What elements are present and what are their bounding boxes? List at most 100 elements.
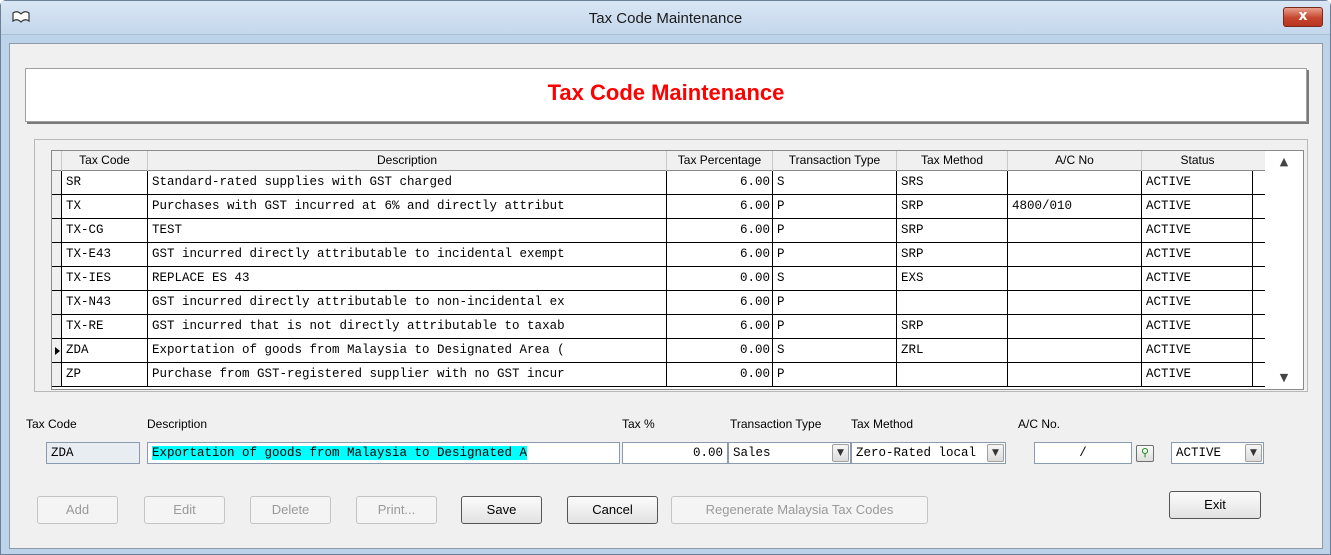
ac-no-cell[interactable] — [1008, 291, 1142, 314]
exit-button[interactable]: Exit — [1169, 491, 1261, 519]
description-cell[interactable]: Purchases with GST incurred at 6% and di… — [148, 195, 667, 218]
transaction-type-cell[interactable]: P — [773, 219, 897, 242]
tax-percentage-cell[interactable]: 6.00 — [667, 315, 773, 338]
table-row[interactable]: ZP Purchase from GST-registered supplier … — [52, 363, 1265, 387]
tax-percentage-cell[interactable]: 6.00 — [667, 291, 773, 314]
delete-button[interactable]: Delete — [250, 496, 331, 524]
status-cell[interactable]: ACTIVE — [1142, 243, 1253, 266]
status-cell[interactable]: ACTIVE — [1142, 267, 1253, 290]
lookup-icon[interactable]: ⚲ — [1136, 445, 1154, 462]
tax-code-cell[interactable]: ZP — [62, 363, 148, 386]
vertical-scrollbar[interactable]: ▲ ▼ — [1265, 151, 1303, 389]
status-cell[interactable]: ACTIVE — [1142, 219, 1253, 242]
row-indicator[interactable] — [52, 243, 62, 266]
tax-code-cell[interactable]: TX-E43 — [62, 243, 148, 266]
regenerate-tax-codes-button[interactable]: Regenerate Malaysia Tax Codes — [671, 496, 928, 524]
row-indicator[interactable] — [52, 315, 62, 338]
table-row[interactable]: TX-E43 GST incurred directly attributable… — [52, 243, 1265, 267]
table-row[interactable]: TX Purchases with GST incurred at 6% and … — [52, 195, 1265, 219]
ac-no-cell[interactable] — [1008, 219, 1142, 242]
column-header-tax-percentage[interactable]: Tax Percentage — [667, 151, 773, 171]
tax-percentage-cell[interactable]: 6.00 — [667, 195, 773, 218]
row-indicator[interactable] — [52, 291, 62, 314]
status-select[interactable]: ACTIVE ▼ — [1171, 442, 1264, 464]
tax-method-cell[interactable]: SRP — [897, 315, 1008, 338]
description-cell[interactable]: Exportation of goods from Malaysia to De… — [148, 339, 667, 362]
table-row[interactable]: SR Standard-rated supplies with GST charg… — [52, 171, 1265, 195]
tax-code-grid[interactable]: Tax Code Description Tax Percentage Tran… — [51, 150, 1304, 390]
description-cell[interactable]: Purchase from GST-registered supplier wi… — [148, 363, 667, 386]
tax-code-cell[interactable]: TX-RE — [62, 315, 148, 338]
chevron-down-icon[interactable]: ▼ — [1245, 444, 1262, 462]
row-indicator[interactable] — [52, 171, 62, 194]
ac-no-cell[interactable] — [1008, 171, 1142, 194]
transaction-type-cell[interactable]: P — [773, 363, 897, 386]
description-cell[interactable]: Standard-rated supplies with GST charged — [148, 171, 667, 194]
transaction-type-cell[interactable]: S — [773, 339, 897, 362]
edit-button[interactable]: Edit — [144, 496, 225, 524]
ac-no-cell[interactable] — [1008, 315, 1142, 338]
status-cell[interactable]: ACTIVE — [1142, 363, 1253, 386]
column-header-tax-method[interactable]: Tax Method — [897, 151, 1008, 171]
tax-method-cell[interactable]: SRP — [897, 243, 1008, 266]
add-button[interactable]: Add — [37, 496, 118, 524]
row-indicator[interactable] — [52, 267, 62, 290]
ac-no-cell[interactable] — [1008, 243, 1142, 266]
row-indicator[interactable] — [52, 219, 62, 242]
status-cell[interactable]: ACTIVE — [1142, 195, 1253, 218]
row-indicator[interactable] — [52, 339, 62, 362]
transaction-type-cell[interactable]: P — [773, 243, 897, 266]
table-row[interactable]: TX-N43 GST incurred directly attributable… — [52, 291, 1265, 315]
tax-method-cell[interactable]: SRP — [897, 219, 1008, 242]
transaction-type-cell[interactable]: S — [773, 267, 897, 290]
row-indicator[interactable] — [52, 195, 62, 218]
status-cell[interactable]: ACTIVE — [1142, 315, 1253, 338]
ac-no-cell[interactable] — [1008, 363, 1142, 386]
column-header-tax-code[interactable]: Tax Code — [62, 151, 148, 171]
tax-code-cell[interactable]: TX-CG — [62, 219, 148, 242]
tax-percentage-cell[interactable]: 6.00 — [667, 219, 773, 242]
row-indicator[interactable] — [52, 363, 62, 386]
close-button[interactable]: x — [1283, 7, 1323, 27]
tax-method-cell[interactable]: SRP — [897, 195, 1008, 218]
description-cell[interactable]: GST incurred directly attributable to no… — [148, 291, 667, 314]
tax-code-cell[interactable]: TX — [62, 195, 148, 218]
tax-percentage-cell[interactable]: 6.00 — [667, 171, 773, 194]
tax-percentage-cell[interactable]: 0.00 — [667, 363, 773, 386]
status-cell[interactable]: ACTIVE — [1142, 291, 1253, 314]
status-cell[interactable]: ACTIVE — [1142, 339, 1253, 362]
chevron-down-icon[interactable]: ▼ — [832, 444, 849, 462]
transaction-type-cell[interactable]: S — [773, 171, 897, 194]
tax-code-cell[interactable]: ZDA — [62, 339, 148, 362]
tax-percentage-cell[interactable]: 6.00 — [667, 243, 773, 266]
scroll-down-icon[interactable]: ▼ — [1277, 371, 1291, 385]
tax-code-cell[interactable]: SR — [62, 171, 148, 194]
transaction-type-cell[interactable]: P — [773, 315, 897, 338]
tax-method-cell[interactable] — [897, 291, 1008, 314]
column-header-description[interactable]: Description — [148, 151, 667, 171]
ac-no-field[interactable]: / — [1034, 442, 1132, 464]
table-row[interactable]: TX-CG TEST 6.00 P SRP ACTIVE — [52, 219, 1265, 243]
tax-percentage-cell[interactable]: 0.00 — [667, 339, 773, 362]
ac-no-cell[interactable]: 4800/010 — [1008, 195, 1142, 218]
ac-no-cell[interactable] — [1008, 267, 1142, 290]
cancel-button[interactable]: Cancel — [567, 496, 658, 524]
description-cell[interactable]: REPLACE ES 43 — [148, 267, 667, 290]
tax-code-field[interactable]: ZDA — [46, 442, 140, 464]
ac-no-cell[interactable] — [1008, 339, 1142, 362]
scroll-up-icon[interactable]: ▲ — [1277, 155, 1291, 169]
transaction-type-cell[interactable]: P — [773, 195, 897, 218]
table-row[interactable]: TX-RE GST incurred that is not directly a… — [52, 315, 1265, 339]
tax-percent-field[interactable]: 0.00 — [622, 442, 728, 464]
save-button[interactable]: Save — [461, 496, 542, 524]
status-cell[interactable]: ACTIVE — [1142, 171, 1253, 194]
description-cell[interactable]: GST incurred directly attributable to in… — [148, 243, 667, 266]
description-field[interactable]: Exportation of goods from Malaysia to De… — [147, 442, 620, 464]
tax-method-cell[interactable]: SRS — [897, 171, 1008, 194]
transaction-type-select[interactable]: Sales ▼ — [728, 442, 851, 464]
tax-method-cell[interactable] — [897, 363, 1008, 386]
table-row[interactable]: ZDA Exportation of goods from Malaysia to… — [52, 339, 1265, 363]
chevron-down-icon[interactable]: ▼ — [987, 444, 1004, 462]
description-cell[interactable]: GST incurred that is not directly attrib… — [148, 315, 667, 338]
tax-code-cell[interactable]: TX-IES — [62, 267, 148, 290]
